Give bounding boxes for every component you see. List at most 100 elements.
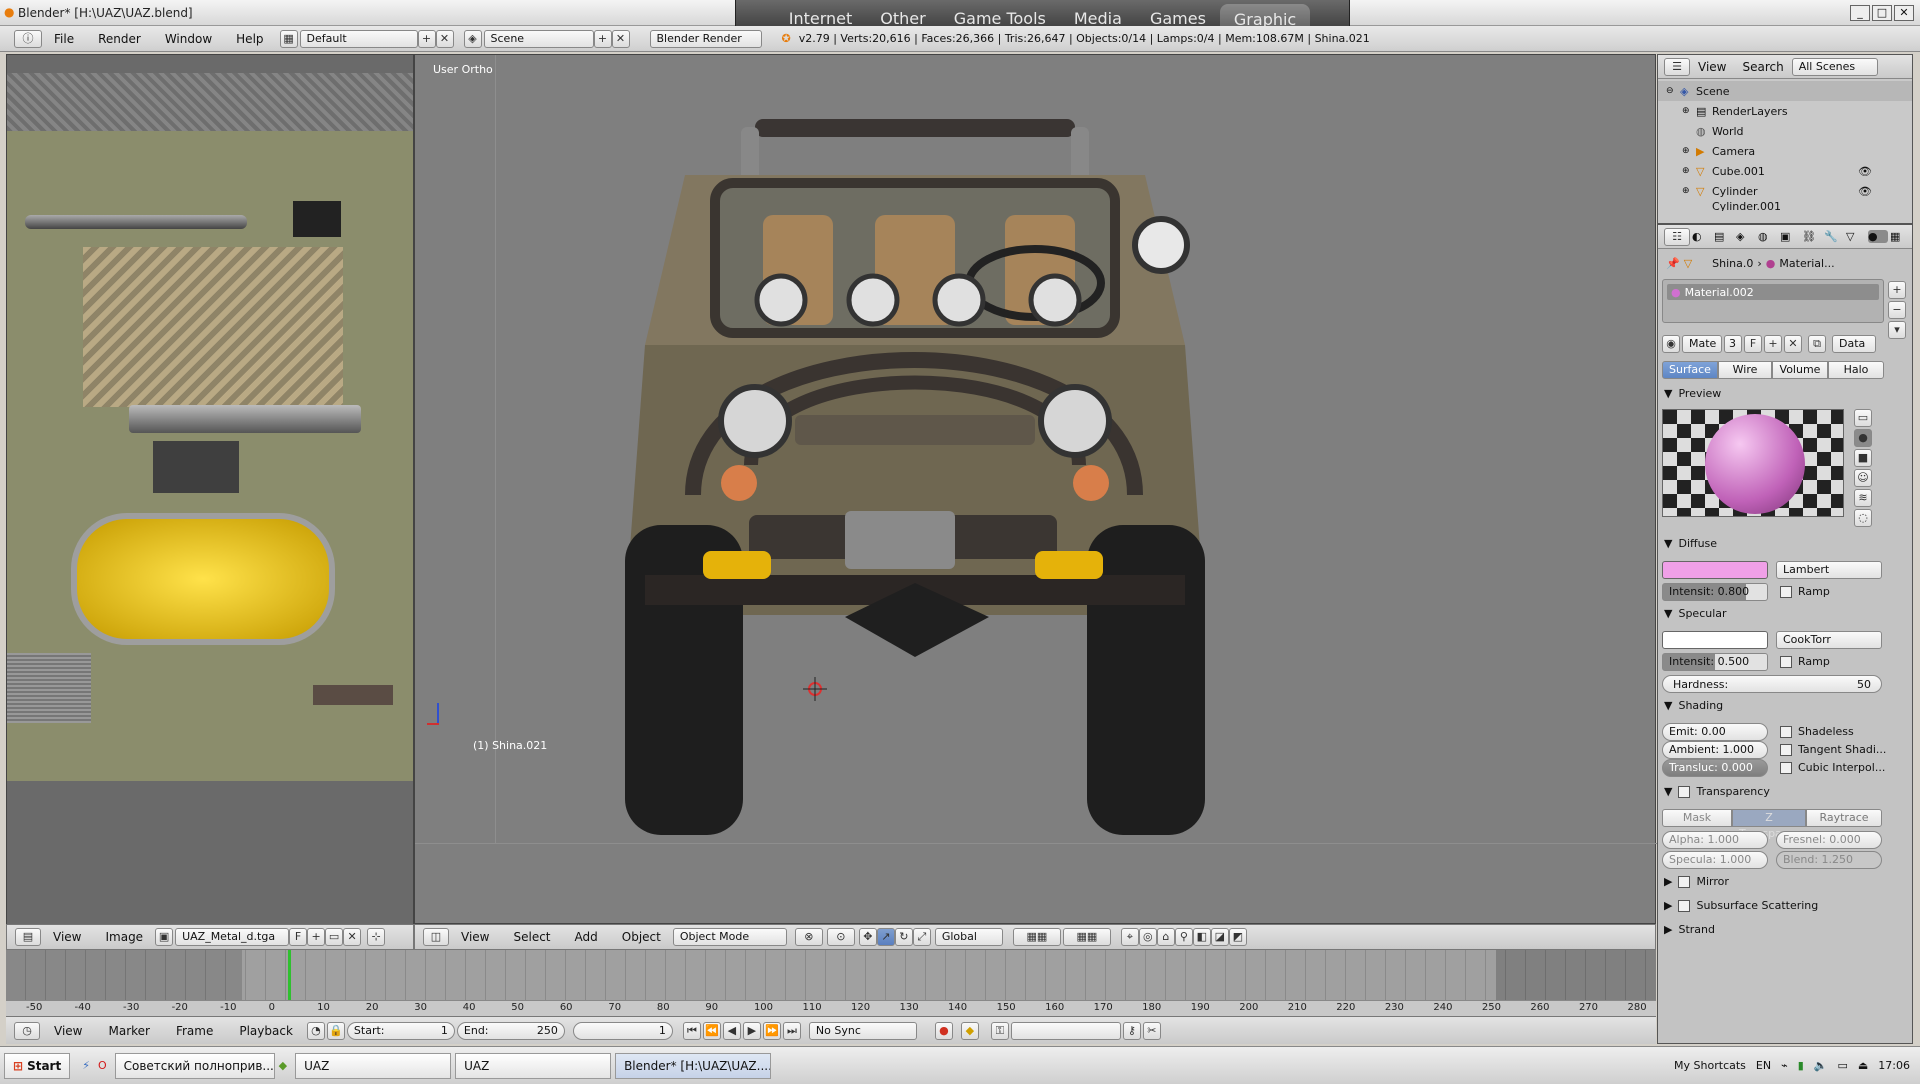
material-browse-icon[interactable]: ◉ (1662, 335, 1680, 353)
outliner-menu-search[interactable]: Search (1734, 60, 1791, 74)
record-icon[interactable]: ● (934, 1021, 953, 1040)
menu-file[interactable]: File (42, 32, 86, 46)
checkbox-icon[interactable] (1780, 761, 1792, 774)
tray-battery-icon[interactable]: ▮ (1798, 1059, 1804, 1072)
translate-manipulator-icon[interactable]: ↗ (876, 928, 895, 946)
unlink-image-icon[interactable]: ✕ (343, 928, 362, 946)
timeline-menu-view[interactable]: View (42, 1024, 94, 1038)
editor-type-timeline-icon[interactable]: ◷ (14, 1021, 40, 1040)
image-name-field[interactable]: UAZ_Metal_d.tga (175, 928, 290, 946)
outliner-menu-view[interactable]: View (1690, 60, 1734, 74)
viewport-shading-icon[interactable]: ⊗ (794, 928, 823, 946)
image-menu-view[interactable]: View (41, 930, 93, 944)
pin-image-icon[interactable]: ⊹ (367, 928, 386, 946)
layers-2-icon[interactable]: ▦▦ (1062, 928, 1111, 946)
add-keyframe-icon[interactable]: ⚷ (1122, 1021, 1141, 1040)
prev-key-icon[interactable]: ⏪ (702, 1021, 721, 1040)
taskbar-task-2[interactable]: UAZ (295, 1052, 452, 1079)
specular-alpha-field[interactable]: Specula: 1.000 (1662, 851, 1768, 869)
specular-intensity-slider[interactable]: Intensit: 0.500 (1662, 653, 1768, 671)
timeline-menu-frame[interactable]: Frame (164, 1024, 225, 1038)
image-browse-icon[interactable]: ▣ (155, 928, 174, 946)
screen-layout-icon[interactable]: ▦ (279, 29, 298, 48)
current-frame-field[interactable]: 1 (572, 1021, 673, 1040)
insert-key-icon[interactable]: ⚿ (990, 1021, 1009, 1040)
preview-monkey-icon[interactable]: ☺ (1854, 469, 1872, 487)
diffuse-panel-header[interactable]: ▼ Diffuse (1664, 537, 1717, 550)
remove-screen-icon[interactable]: ✕ (435, 29, 454, 48)
rotate-manipulator-icon[interactable]: ↻ (894, 928, 913, 946)
material-fake-user-button[interactable]: F (1744, 335, 1762, 353)
expand-icon[interactable]: ⊕ (1682, 106, 1696, 116)
next-key-icon[interactable]: ⏩ (762, 1021, 781, 1040)
taskbar-task-3[interactable]: UAZ (455, 1052, 612, 1079)
outliner-row-cylinder001[interactable]: Cylinder.001 (1658, 201, 1912, 211)
checkbox-icon[interactable] (1780, 725, 1792, 738)
object-tab-icon[interactable]: ▣ (1780, 230, 1800, 243)
sync-mode-select[interactable]: No Sync (808, 1021, 917, 1040)
editor-type-image-icon[interactable]: ▤ (15, 928, 41, 946)
end-frame-field[interactable]: End: 250 (456, 1021, 565, 1040)
material-users-count[interactable]: 3 (1724, 335, 1742, 353)
close-button[interactable]: ✕ (1894, 5, 1914, 21)
expand-arrow-icon[interactable]: ▶ (1664, 899, 1672, 912)
diffuse-color-swatch[interactable] (1662, 561, 1768, 579)
tray-usb-icon[interactable]: ⏏ (1858, 1059, 1868, 1072)
add-scene-icon[interactable]: + (593, 29, 612, 48)
material-link-select[interactable]: Data (1832, 335, 1876, 353)
scene-tab-icon[interactable]: ◈ (1736, 230, 1756, 243)
checkbox-icon[interactable] (1780, 743, 1792, 756)
cubic-interpolation-checkbox[interactable]: Cubic Interpol... (1780, 761, 1885, 774)
image-fake-user-button[interactable]: F (289, 928, 308, 946)
tab-volume[interactable]: Volume (1772, 361, 1828, 379)
interaction-mode-select[interactable]: Object Mode (672, 928, 787, 946)
preview-hair-icon[interactable]: ≋ (1854, 489, 1872, 507)
timeline-menu-playback[interactable]: Playback (227, 1024, 305, 1038)
delete-keyframe-icon[interactable]: ✂ (1142, 1021, 1161, 1040)
strand-panel-header[interactable]: ▶ Strand (1664, 923, 1715, 936)
shadeless-checkbox[interactable]: Shadeless (1780, 725, 1854, 738)
scene-icon[interactable]: ◈ (463, 29, 482, 48)
current-frame-marker[interactable] (288, 950, 291, 1000)
snap-element-icon[interactable]: ⌂ (1156, 928, 1175, 946)
collapse-arrow-icon[interactable]: ▼ (1664, 537, 1672, 550)
expand-icon[interactable]: ⊕ (1682, 186, 1696, 196)
diffuse-shader-select[interactable]: Lambert (1776, 561, 1882, 579)
outliner-row-scene[interactable]: ⊖ ◈ Scene (1658, 81, 1912, 101)
render-engine-select[interactable]: Blender Render (649, 29, 762, 48)
opengl-anim-icon[interactable]: ◩ (1228, 928, 1247, 946)
tray-volume-icon[interactable]: 🔈 (1814, 1059, 1828, 1072)
constraints-tab-icon[interactable]: ⛓ (1802, 230, 1822, 243)
keying-set-icon[interactable]: ◆ (960, 1021, 979, 1040)
add-screen-icon[interactable]: + (417, 29, 436, 48)
3d-viewport[interactable]: User Ortho (1) Shina.021 (414, 54, 1657, 924)
tray-monitor-icon[interactable]: ▭ (1837, 1059, 1847, 1072)
uv-texture-image[interactable] (7, 73, 413, 781)
preview-panel-header[interactable]: ▼ Preview (1664, 387, 1721, 400)
specular-panel-header[interactable]: ▼ Specular (1664, 607, 1727, 620)
alpha-field[interactable]: Alpha: 1.000 (1662, 831, 1768, 849)
layers-icon[interactable]: ▦▦ (1012, 928, 1061, 946)
expand-icon[interactable]: ⊖ (1666, 86, 1680, 96)
render-preview-icon[interactable]: ◧ (1192, 928, 1211, 946)
visibility-eye-icon[interactable]: 👁 (1858, 185, 1872, 198)
outliner-display-select[interactable]: All Scenes (1791, 57, 1878, 76)
add-slot-icon[interactable]: + (1888, 281, 1906, 299)
outliner[interactable]: ☰ View Search All Scenes ⊖ ◈ Scene ⊕ ▤ R… (1657, 54, 1913, 224)
ambient-field[interactable]: Ambient: 1.000 (1662, 741, 1768, 759)
opera-icon[interactable]: O (98, 1059, 107, 1072)
specular-ramp-checkbox[interactable]: Ramp (1780, 655, 1830, 668)
transparency-panel-header[interactable]: ▼ Transparency (1664, 785, 1770, 798)
snap-target-icon[interactable]: ⚲ (1174, 928, 1193, 946)
collapse-arrow-icon[interactable]: ▼ (1664, 387, 1672, 400)
editor-type-properties-icon[interactable]: ☷ (1664, 227, 1690, 246)
checkbox-icon[interactable] (1678, 899, 1691, 912)
modifiers-tab-icon[interactable]: 🔧 (1824, 230, 1844, 243)
opengl-render-icon[interactable]: ◪ (1210, 928, 1229, 946)
preview-sky-icon[interactable]: ◌ (1854, 509, 1872, 527)
fresnel-field[interactable]: Fresnel: 0.000 (1776, 831, 1882, 849)
open-image-icon[interactable]: ▭ (325, 928, 344, 946)
material-link-icon[interactable]: ⧉ (1808, 335, 1826, 353)
preview-flat-icon[interactable]: ▭ (1854, 409, 1872, 427)
new-image-icon[interactable]: + (307, 928, 326, 946)
